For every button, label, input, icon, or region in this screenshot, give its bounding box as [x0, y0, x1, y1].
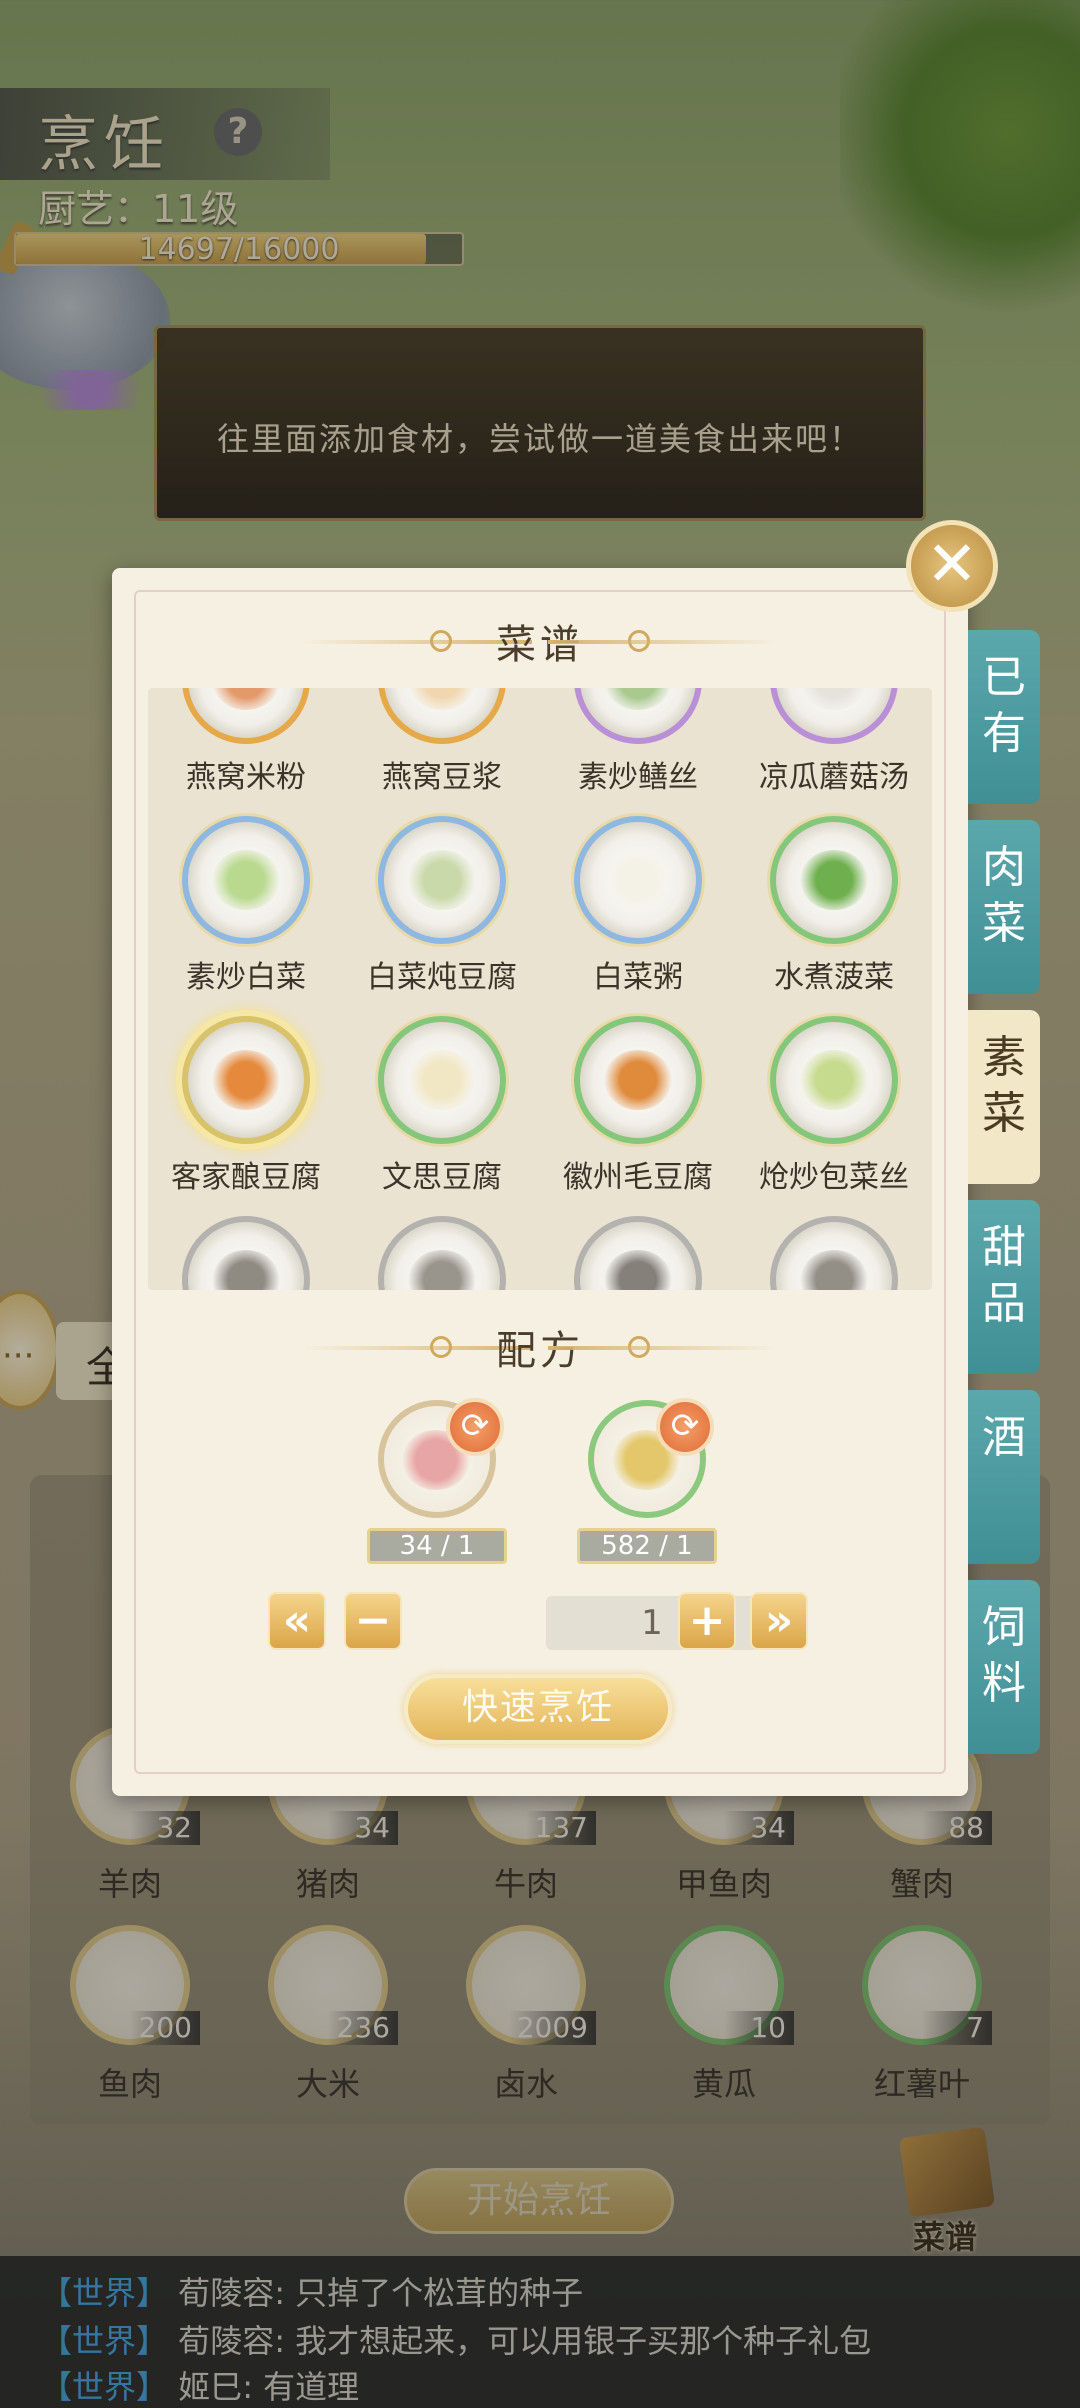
recipe-item[interactable]	[344, 1216, 540, 1290]
recipe-name: 凉瓜蘑菇汤	[759, 760, 909, 795]
category-tab-label: 酒	[982, 1412, 1026, 1463]
dish-icon	[574, 816, 702, 944]
recipe-modal: 菜谱 燕窝米粉 燕窝豆浆 素炒鳝丝 凉瓜蘑菇汤素炒白菜 白菜炖豆腐 白菜粥 水煮菠菜客家酿豆…	[112, 568, 968, 1796]
recipe-item[interactable]: 燕窝豆浆	[344, 688, 540, 796]
food-icon	[800, 1250, 868, 1290]
recipe-item[interactable]: 凉瓜蘑菇汤	[736, 688, 932, 796]
dish-icon	[574, 1016, 702, 1144]
dish-icon	[574, 688, 702, 744]
food-icon	[212, 688, 280, 710]
ingredient-count: 34 / 1	[367, 1528, 507, 1564]
category-tab[interactable]: 甜品	[968, 1200, 1040, 1374]
category-tab-label: 素菜	[982, 1032, 1026, 1139]
recipe-name: 炝炒包菜丝	[759, 1160, 909, 1195]
recipe-item[interactable]	[736, 1216, 932, 1290]
dish-icon	[378, 1216, 506, 1290]
category-tab-label: 肉菜	[982, 842, 1026, 949]
food-icon	[800, 1050, 868, 1110]
food-icon	[408, 688, 476, 710]
food-icon	[212, 1250, 280, 1290]
qty-minus-button[interactable]: −	[344, 1592, 402, 1650]
food-icon	[800, 688, 868, 710]
quick-cook-button[interactable]: 快速烹饪	[404, 1674, 672, 1744]
recipe-section-title: 菜谱	[496, 622, 584, 668]
recipe-name: 徽州毛豆腐	[563, 1160, 713, 1195]
food-icon	[604, 1050, 672, 1110]
food-icon	[800, 850, 868, 910]
qty-max-button[interactable]: »	[750, 1592, 808, 1650]
recipe-name: 素炒白菜	[186, 960, 306, 995]
recipe-name: 客家酿豆腐	[171, 1160, 321, 1195]
category-tab-label: 饲料	[982, 1602, 1026, 1709]
recipe-name: 燕窝豆浆	[382, 760, 502, 795]
category-tab[interactable]: 素菜	[968, 1010, 1040, 1184]
recipe-item[interactable]	[148, 1216, 344, 1290]
recipe-item[interactable]: 炝炒包菜丝	[736, 1016, 932, 1196]
food-icon	[408, 1050, 476, 1110]
ingredient-icon: ⟳	[588, 1398, 714, 1518]
ingredient-count: 582 / 1	[577, 1528, 717, 1564]
dish-icon	[770, 816, 898, 944]
recipe-name: 文思豆腐	[382, 1160, 502, 1195]
dish-icon	[182, 688, 310, 744]
dish-icon	[182, 816, 310, 944]
recipe-item[interactable]: 水煮菠菜	[736, 816, 932, 996]
recipe-name: 白菜炖豆腐	[367, 960, 517, 995]
recipe-item[interactable]	[540, 1216, 736, 1290]
swap-icon[interactable]: ⟳	[656, 1398, 714, 1456]
recipe-name: 燕窝米粉	[186, 760, 306, 795]
category-tab[interactable]: 酒	[968, 1390, 1040, 1564]
food-icon	[604, 688, 672, 710]
recipe-name: 素炒鳝丝	[578, 760, 698, 795]
dish-icon	[378, 1016, 506, 1144]
dish-icon	[182, 1016, 310, 1144]
recipe-name: 水煮菠菜	[774, 960, 894, 995]
close-icon[interactable]: ✕	[906, 520, 998, 612]
recipe-item[interactable]: 白菜粥	[540, 816, 736, 996]
dish-icon	[182, 1216, 310, 1290]
food-icon	[604, 850, 672, 910]
recipe-item[interactable]: 白菜炖豆腐	[344, 816, 540, 996]
swap-icon[interactable]: ⟳	[446, 1398, 504, 1456]
dish-icon	[574, 1216, 702, 1290]
food-icon	[212, 1050, 280, 1110]
dish-icon	[770, 688, 898, 744]
formula-ingredient[interactable]: ⟳ 34 / 1	[362, 1398, 512, 1564]
recipe-item[interactable]: 文思豆腐	[344, 1016, 540, 1196]
recipe-item[interactable]: 徽州毛豆腐	[540, 1016, 736, 1196]
category-tab[interactable]: 饲料	[968, 1580, 1040, 1754]
food-icon	[408, 850, 476, 910]
qty-plus-button[interactable]: +	[678, 1592, 736, 1650]
recipe-item[interactable]: 客家酿豆腐	[148, 1016, 344, 1196]
dish-icon	[378, 688, 506, 744]
category-tab[interactable]: 已有	[968, 630, 1040, 804]
dish-icon	[770, 1016, 898, 1144]
recipe-item[interactable]: 素炒白菜	[148, 816, 344, 996]
title-ornament-right	[548, 640, 778, 644]
recipe-item[interactable]: 素炒鳝丝	[540, 688, 736, 796]
food-icon	[408, 1250, 476, 1290]
title-ornament-right	[548, 1346, 778, 1350]
recipe-grid[interactable]: 燕窝米粉 燕窝豆浆 素炒鳝丝 凉瓜蘑菇汤素炒白菜 白菜炖豆腐 白菜粥 水煮菠菜客家酿豆腐 文思…	[148, 688, 932, 1290]
food-icon	[604, 1250, 672, 1290]
category-tab-label: 甜品	[982, 1222, 1026, 1329]
category-tab[interactable]: 肉菜	[968, 820, 1040, 994]
recipe-item[interactable]: 燕窝米粉	[148, 688, 344, 796]
formula-ingredient[interactable]: ⟳ 582 / 1	[572, 1398, 722, 1564]
ingredient-icon: ⟳	[378, 1398, 504, 1518]
formula-section-title: 配方	[496, 1328, 584, 1374]
dish-icon	[770, 1216, 898, 1290]
qty-min-button[interactable]: «	[268, 1592, 326, 1650]
category-tab-label: 已有	[982, 652, 1026, 759]
recipe-name: 白菜粥	[593, 960, 683, 995]
food-icon	[212, 850, 280, 910]
dish-icon	[378, 816, 506, 944]
